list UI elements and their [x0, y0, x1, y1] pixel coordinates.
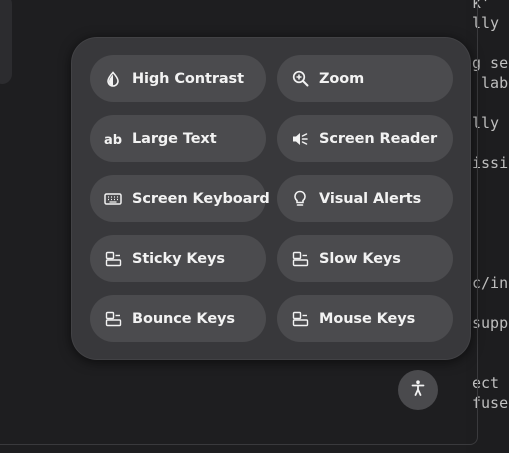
- keyboard-icon: [104, 190, 122, 208]
- keys-icon: [291, 250, 309, 268]
- terminal-line: fuse: [472, 394, 509, 412]
- screen-keyboard-toggle[interactable]: Screen Keyboard: [90, 175, 270, 222]
- large-text-icon: ab: [104, 130, 122, 148]
- tile-label: Screen Reader: [319, 130, 438, 147]
- background-window: [0, 0, 12, 84]
- terminal-line: ect: [472, 374, 500, 392]
- keys-icon: [104, 310, 122, 328]
- terminal-line: lly: [472, 14, 500, 32]
- mouse-keys-toggle[interactable]: Mouse Keys: [277, 295, 453, 342]
- terminal-line: g se: [472, 54, 509, 72]
- screen-reader-toggle[interactable]: Screen Reader: [277, 115, 453, 162]
- terminal-line: lab: [472, 74, 509, 92]
- high-contrast-toggle[interactable]: High Contrast: [90, 55, 266, 102]
- tile-label: Slow Keys: [319, 250, 401, 267]
- tile-label: Zoom: [319, 70, 365, 87]
- tile-label: Bounce Keys: [132, 310, 235, 327]
- tile-label: Sticky Keys: [132, 250, 225, 267]
- terminal-window: k' lly g se lab lly issi c/in supp ect f…: [466, 0, 509, 453]
- contrast-icon: [104, 70, 122, 88]
- tile-label: Screen Keyboard: [132, 190, 270, 207]
- terminal-line: c/in: [472, 274, 509, 292]
- large-text-toggle[interactable]: ab Large Text: [90, 115, 266, 162]
- keys-icon: [104, 250, 122, 268]
- bounce-keys-toggle[interactable]: Bounce Keys: [90, 295, 266, 342]
- tile-label: Large Text: [132, 130, 217, 147]
- slow-keys-toggle[interactable]: Slow Keys: [277, 235, 453, 282]
- tile-label: High Contrast: [132, 70, 244, 87]
- accessibility-icon: [409, 379, 427, 401]
- zoom-icon: [291, 70, 309, 88]
- sticky-keys-toggle[interactable]: Sticky Keys: [90, 235, 266, 282]
- accessibility-menu: High Contrast Zoom ab Large Text Screen …: [71, 37, 471, 360]
- visual-alerts-toggle[interactable]: Visual Alerts: [277, 175, 453, 222]
- accessibility-menu-button[interactable]: [398, 370, 438, 410]
- tile-label: Visual Alerts: [319, 190, 422, 207]
- tile-label: Mouse Keys: [319, 310, 416, 327]
- terminal-line: k': [472, 0, 491, 12]
- screen-reader-icon: [291, 130, 309, 148]
- svg-text:ab: ab: [104, 133, 122, 147]
- lightbulb-icon: [291, 190, 309, 208]
- terminal-line: lly: [472, 114, 500, 132]
- terminal-line: issi: [472, 154, 509, 172]
- zoom-toggle[interactable]: Zoom: [277, 55, 453, 102]
- keys-icon: [291, 310, 309, 328]
- terminal-line: supp: [472, 314, 509, 332]
